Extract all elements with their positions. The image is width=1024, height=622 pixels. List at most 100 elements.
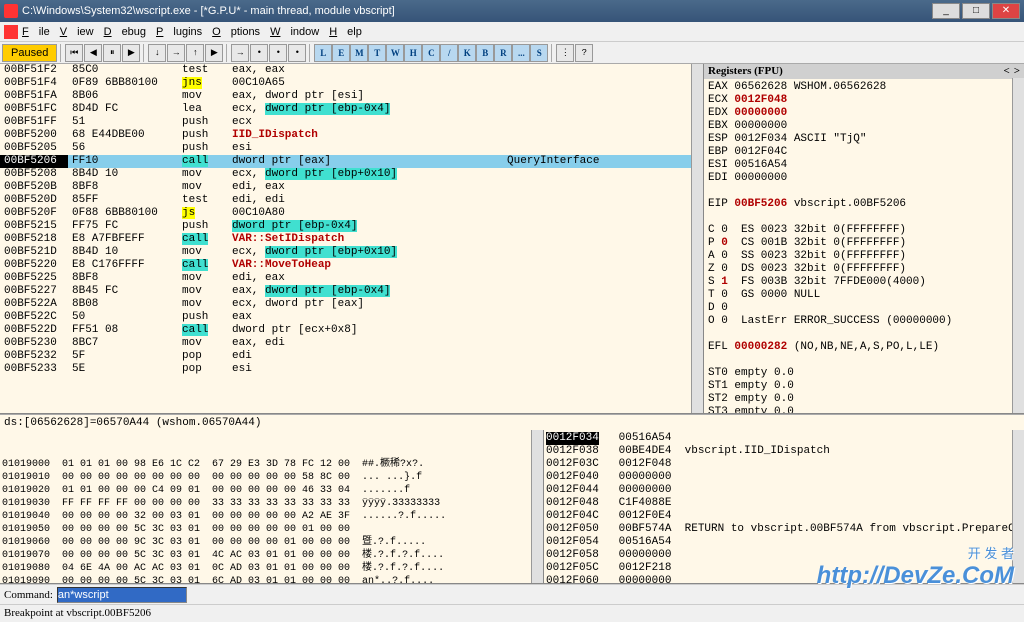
disasm-row[interactable]: 00BF5220E8 C176FFFFcallVAR::MoveToHeap <box>0 259 703 272</box>
maximize-button[interactable]: □ <box>962 3 990 19</box>
disasm-row[interactable]: 00BF520B8BF8movedi, eax <box>0 181 703 194</box>
toolbar-back[interactable]: ◀ <box>84 44 102 62</box>
toolbar-T[interactable]: T <box>368 44 386 62</box>
stack-row[interactable]: 0012F050 00BF574A RETURN to vbscript.00B… <box>546 523 1022 536</box>
dump-row[interactable]: 01019030 FF FF FF FF 00 00 00 00 33 33 3… <box>2 497 541 510</box>
disasm-row[interactable]: 00BF52258BF8movedi, eax <box>0 272 703 285</box>
dump-row[interactable]: 01019080 04 6E 4A 00 AC AC 03 01 0C AD 0… <box>2 562 541 575</box>
disasm-row[interactable]: 00BF5218E8 A7FBFEFFcallVAR::SetIDispatch <box>0 233 703 246</box>
stack-row[interactable]: 0012F054 00516A54 <box>546 536 1022 549</box>
toolbar-/[interactable]: / <box>440 44 458 62</box>
menu-window[interactable]: Window <box>270 26 319 38</box>
toolbar-fwd[interactable]: ▶ <box>122 44 140 62</box>
command-input[interactable] <box>57 587 187 603</box>
stack-row[interactable]: 0012F058 00000000 <box>546 549 1022 562</box>
disasm-row[interactable]: 00BF5215FF75 FCpushdword ptr [ebp-0x4] <box>0 220 703 233</box>
reg-ECX[interactable]: ECX 0012F048 <box>708 94 1020 107</box>
toolbar-...[interactable]: ... <box>512 44 530 62</box>
stack-row[interactable]: 0012F04C 0012F0E4 <box>546 510 1022 523</box>
disasm-row[interactable]: 00BF522C50pusheax <box>0 311 703 324</box>
toolbar-goto[interactable]: → <box>231 44 249 62</box>
stack-row[interactable]: 0012F040 00000000 <box>546 471 1022 484</box>
stack-row[interactable]: 0012F038 00BE4DE4 vbscript.IID_IDispatch <box>546 445 1022 458</box>
menu-options[interactable]: Options <box>212 26 260 38</box>
disasm-row[interactable]: 00BF52088B4D 10movecx, dword ptr [ebp+0x… <box>0 168 703 181</box>
toolbar-rewind[interactable]: ⏮ <box>65 44 83 62</box>
toolbar-pause[interactable]: ⏸ <box>103 44 121 62</box>
toolbar-help[interactable]: ? <box>575 44 593 62</box>
disasm-row[interactable]: 00BF51F285C0testeax, eax <box>0 64 703 77</box>
disasm-row[interactable]: 00BF52308BC7moveax, edi <box>0 337 703 350</box>
stack-row[interactable]: 0012F034 00516A54 <box>546 432 1022 445</box>
dump-row[interactable]: 01019040 00 00 00 00 32 00 03 01 00 00 0… <box>2 510 541 523</box>
disasm-row[interactable]: 00BF52335Epopesi <box>0 363 703 376</box>
disasm-row[interactable]: 00BF52278B45 FCmoveax, dword ptr [ebp-0x… <box>0 285 703 298</box>
disasm-row[interactable]: 00BF5206FF10calldword ptr [eax]QueryInte… <box>0 155 703 168</box>
toolbar-stepinto[interactable]: ↓ <box>148 44 166 62</box>
disasm-row[interactable]: 00BF522A8B08movecx, dword ptr [eax] <box>0 298 703 311</box>
stack-row[interactable]: 0012F048 C1F4088E <box>546 497 1022 510</box>
regs-prev-icon[interactable]: < <box>1003 65 1009 78</box>
disasm-row[interactable]: 00BF522DFF51 08calldword ptr [ecx+0x8] <box>0 324 703 337</box>
menu-view[interactable]: View <box>60 26 94 38</box>
stack-scrollbar[interactable] <box>1012 430 1024 583</box>
toolbar-E[interactable]: E <box>332 44 350 62</box>
disasm-row[interactable]: 00BF520556pushesi <box>0 142 703 155</box>
menu-file[interactable]: File <box>22 26 50 38</box>
close-button[interactable]: ✕ <box>992 3 1020 19</box>
menu-plugins[interactable]: Plugins <box>156 26 202 38</box>
reg-EDI[interactable]: EDI 00000000 <box>708 172 1020 185</box>
disasm-row[interactable]: 00BF52325Fpopedi <box>0 350 703 363</box>
dump-row[interactable]: 01019060 00 00 00 00 9C 3C 03 01 00 00 0… <box>2 536 541 549</box>
reg-EBX[interactable]: EBX 00000000 <box>708 120 1020 133</box>
toolbar-R[interactable]: R <box>494 44 512 62</box>
reg-ESP[interactable]: ESP 0012F034 ASCII "TjQ" <box>708 133 1020 146</box>
toolbar-B[interactable]: B <box>476 44 494 62</box>
toolbar-M[interactable]: M <box>350 44 368 62</box>
toolbar-opts[interactable]: ⋮ <box>556 44 574 62</box>
minimize-button[interactable]: _ <box>932 3 960 19</box>
dump-row[interactable]: 01019050 00 00 00 00 5C 3C 03 01 00 00 0… <box>2 523 541 536</box>
toolbar-W[interactable]: W <box>386 44 404 62</box>
hex-dump-pane[interactable]: 01019000 01 01 01 00 98 E6 1C C2 67 29 E… <box>0 430 544 583</box>
toolbar-btn[interactable]: • <box>269 44 287 62</box>
regs-scrollbar[interactable] <box>1012 78 1024 413</box>
disasm-row[interactable]: 00BF51FA8B06moveax, dword ptr [esi] <box>0 90 703 103</box>
dump-row[interactable]: 01019020 01 01 00 00 00 C4 09 01 00 00 0… <box>2 484 541 497</box>
stack-row[interactable]: 0012F03C 0012F048 <box>546 458 1022 471</box>
toolbar-run[interactable]: ▶ <box>205 44 223 62</box>
menu-help[interactable]: Help <box>329 26 362 38</box>
toolbar-S[interactable]: S <box>530 44 548 62</box>
cpu-disassembly-pane[interactable]: 00BF51F285C0testeax, eax00BF51F40F89 6BB… <box>0 64 704 413</box>
toolbar-btn[interactable]: • <box>250 44 268 62</box>
menu-debug[interactable]: Debug <box>104 26 146 38</box>
disasm-row[interactable]: 00BF521D8B4D 10movecx, dword ptr [ebp+0x… <box>0 246 703 259</box>
reg-ESI[interactable]: ESI 00516A54 <box>708 159 1020 172</box>
toolbar-btn[interactable]: • <box>288 44 306 62</box>
disasm-row[interactable]: 00BF51FC8D4D FCleaecx, dword ptr [ebp-0x… <box>0 103 703 116</box>
disasm-row[interactable]: 00BF51F40F89 6BB80100jns00C10A65 <box>0 77 703 90</box>
reg-EIP[interactable]: EIP 00BF5206 vbscript.00BF5206 <box>708 198 1020 211</box>
dump-row[interactable]: 01019070 00 00 00 00 5C 3C 03 01 4C AC 0… <box>2 549 541 562</box>
toolbar-H[interactable]: H <box>404 44 422 62</box>
stack-row[interactable]: 0012F05C 0012F218 <box>546 562 1022 575</box>
disasm-row[interactable]: 00BF520D85FFtestedi, edi <box>0 194 703 207</box>
registers-pane[interactable]: Registers (FPU) < > EAX 06562628 WSHOM.0… <box>704 64 1024 413</box>
cpu-scrollbar[interactable] <box>691 64 703 413</box>
stack-row[interactable]: 0012F060 00000000 <box>546 575 1022 583</box>
toolbar-K[interactable]: K <box>458 44 476 62</box>
disasm-row[interactable]: 00BF520068 E44DBE00pushIID_IDispatch <box>0 129 703 142</box>
toolbar-stepover[interactable]: → <box>167 44 185 62</box>
disasm-row[interactable]: 00BF51FF51pushecx <box>0 116 703 129</box>
dump-row[interactable]: 01019090 00 00 00 00 5C 3C 03 01 6C AD 0… <box>2 575 541 583</box>
toolbar-stepout[interactable]: ↑ <box>186 44 204 62</box>
dump-row[interactable]: 01019010 00 00 00 00 00 00 00 00 00 00 0… <box>2 471 541 484</box>
toolbar-C[interactable]: C <box>422 44 440 62</box>
regs-next-icon[interactable]: > <box>1014 65 1020 78</box>
reg-EBP[interactable]: EBP 0012F04C <box>708 146 1020 159</box>
reg-EDX[interactable]: EDX 00000000 <box>708 107 1020 120</box>
dump-row[interactable]: 01019000 01 01 01 00 98 E6 1C C2 67 29 E… <box>2 458 541 471</box>
reg-EAX[interactable]: EAX 06562628 WSHOM.06562628 <box>708 81 1020 94</box>
stack-pane[interactable]: 0012F034 00516A540012F038 00BE4DE4 vbscr… <box>544 430 1024 583</box>
toolbar-L[interactable]: L <box>314 44 332 62</box>
